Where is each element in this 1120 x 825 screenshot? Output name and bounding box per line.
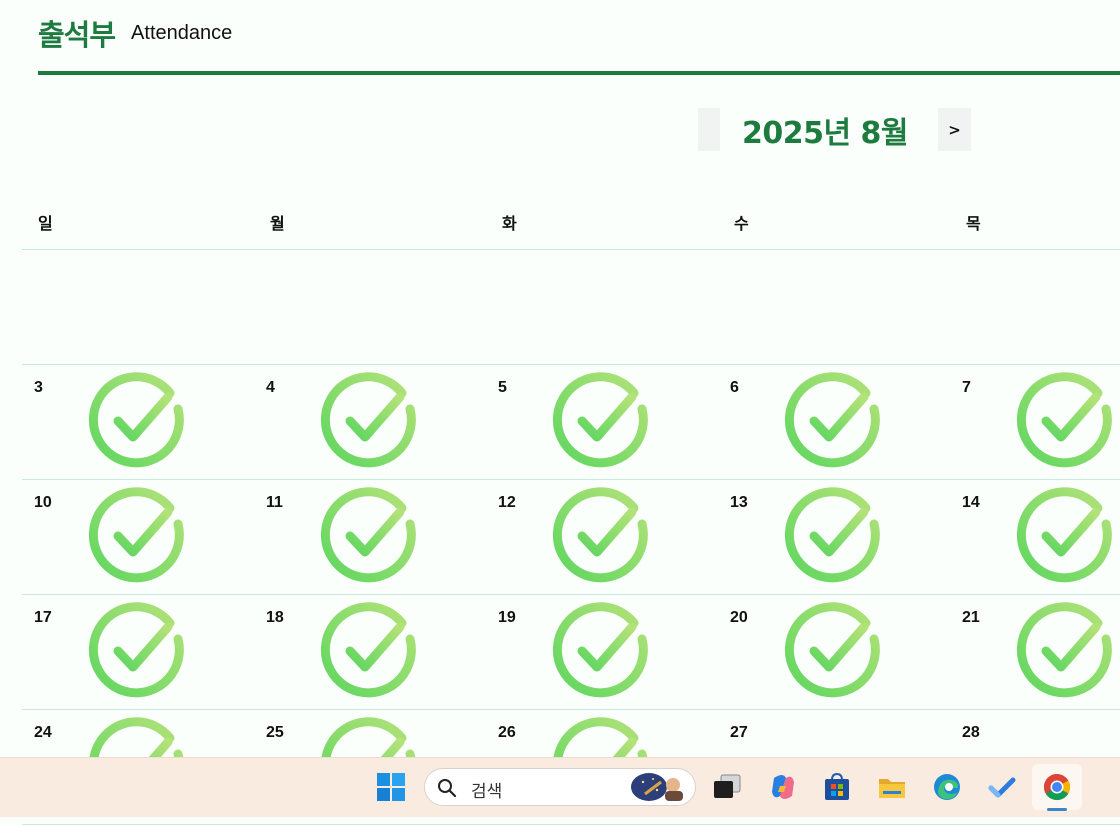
day-number: 14 [962, 494, 980, 511]
day-number: 17 [34, 609, 52, 626]
calendar-day-cell[interactable]: 17 [22, 595, 254, 709]
task-view-icon[interactable] [712, 772, 742, 802]
calendar-day-cell[interactable]: 6 [718, 365, 950, 479]
attendance-check-icon [88, 601, 188, 701]
day-number: 28 [962, 724, 980, 741]
attendance-check-icon [1016, 486, 1116, 586]
prev-month-button[interactable] [698, 108, 720, 151]
day-number: 19 [498, 609, 516, 626]
calendar-day-cell[interactable]: 4 [254, 365, 486, 479]
todo-icon[interactable] [987, 772, 1017, 802]
calendar-day-cell[interactable]: 11 [254, 480, 486, 594]
windows-taskbar: 검색 [0, 757, 1120, 817]
next-month-button[interactable]: > [938, 108, 972, 151]
attendance-check-icon [552, 486, 652, 586]
windows-start-icon[interactable] [376, 772, 406, 802]
calendar-day-cell[interactable]: 13 [718, 480, 950, 594]
calendar-day-cell[interactable]: 12 [486, 480, 718, 594]
day-number: 11 [266, 494, 283, 511]
attendance-check-icon [1016, 371, 1116, 471]
day-number: 26 [498, 724, 516, 741]
attendance-check-icon [88, 371, 188, 471]
attendance-check-icon [320, 486, 420, 586]
attendance-check-icon [320, 601, 420, 701]
day-number: 6 [730, 379, 739, 396]
weekday-wed: 수 [734, 214, 749, 233]
calendar-week: 10 11 12 13 14 [22, 480, 1120, 595]
attendance-check-icon [784, 371, 884, 471]
day-number: 20 [730, 609, 748, 626]
day-number: 24 [34, 724, 52, 741]
weekday-tue: 화 [502, 214, 517, 233]
calendar-week-empty [22, 250, 1120, 365]
calendar-week: 3 4 5 6 7 [22, 365, 1120, 480]
weekday-header-row: 일 월 화 수 목 [22, 196, 1120, 250]
attendance-check-icon [784, 486, 884, 586]
copilot-icon[interactable] [768, 772, 798, 802]
month-label: 2025년 8월 [742, 115, 909, 151]
day-number: 18 [266, 609, 284, 626]
day-number: 5 [498, 379, 507, 396]
day-number: 3 [34, 379, 43, 396]
weekday-sun: 일 [38, 214, 53, 233]
search-icon [438, 779, 457, 798]
attendance-check-icon [1016, 601, 1116, 701]
page-header: 출석부 Attendance [38, 8, 232, 58]
attendance-check-icon [88, 486, 188, 586]
attendance-check-icon [552, 601, 652, 701]
chrome-icon[interactable] [1042, 772, 1072, 802]
calendar-day-cell[interactable]: 7 [950, 365, 1120, 479]
file-explorer-icon[interactable] [877, 772, 907, 802]
day-number: 25 [266, 724, 284, 741]
day-number: 27 [730, 724, 748, 741]
page-title: 출석부 [38, 18, 116, 52]
month-navigation: 2025년 8월 > [698, 108, 972, 151]
edge-icon[interactable] [932, 772, 962, 802]
calendar-weeks: 3 4 5 6 7 10 11 12 13 14 17 18 19 20 21 24 25 26 27 28 [22, 365, 1120, 825]
attendance-check-icon [320, 371, 420, 471]
weekday-mon: 월 [270, 214, 285, 233]
attendance-check-icon [784, 601, 884, 701]
calendar-grid: 일 월 화 수 목 3 4 5 6 7 10 11 12 13 14 17 18 19 20 21 24 25 2… [22, 196, 1120, 825]
store-icon[interactable] [822, 772, 852, 802]
search-highlight-image [631, 773, 683, 801]
attendance-check-icon [552, 371, 652, 471]
calendar-week: 17 18 19 20 21 [22, 595, 1120, 710]
calendar-day-cell[interactable]: 21 [950, 595, 1120, 709]
calendar-day-cell[interactable]: 3 [22, 365, 254, 479]
chrome-running-indicator [1047, 808, 1067, 811]
calendar-day-cell[interactable]: 19 [486, 595, 718, 709]
weekday-thu: 목 [966, 214, 981, 233]
page-subtitle: Attendance [131, 21, 233, 44]
day-number: 7 [962, 379, 971, 396]
day-number: 21 [962, 609, 980, 626]
calendar-day-cell[interactable]: 10 [22, 480, 254, 594]
header-divider [38, 71, 1120, 75]
calendar-day-cell[interactable]: 5 [486, 365, 718, 479]
search-placeholder: 검색 [471, 782, 503, 802]
day-number: 10 [34, 494, 52, 511]
day-number: 12 [498, 494, 516, 511]
day-number: 4 [266, 379, 275, 396]
day-number: 13 [730, 494, 748, 511]
calendar-day-cell[interactable]: 14 [950, 480, 1120, 594]
calendar-day-cell[interactable]: 20 [718, 595, 950, 709]
taskbar-search-box[interactable]: 검색 [424, 768, 696, 806]
calendar-day-cell[interactable]: 18 [254, 595, 486, 709]
